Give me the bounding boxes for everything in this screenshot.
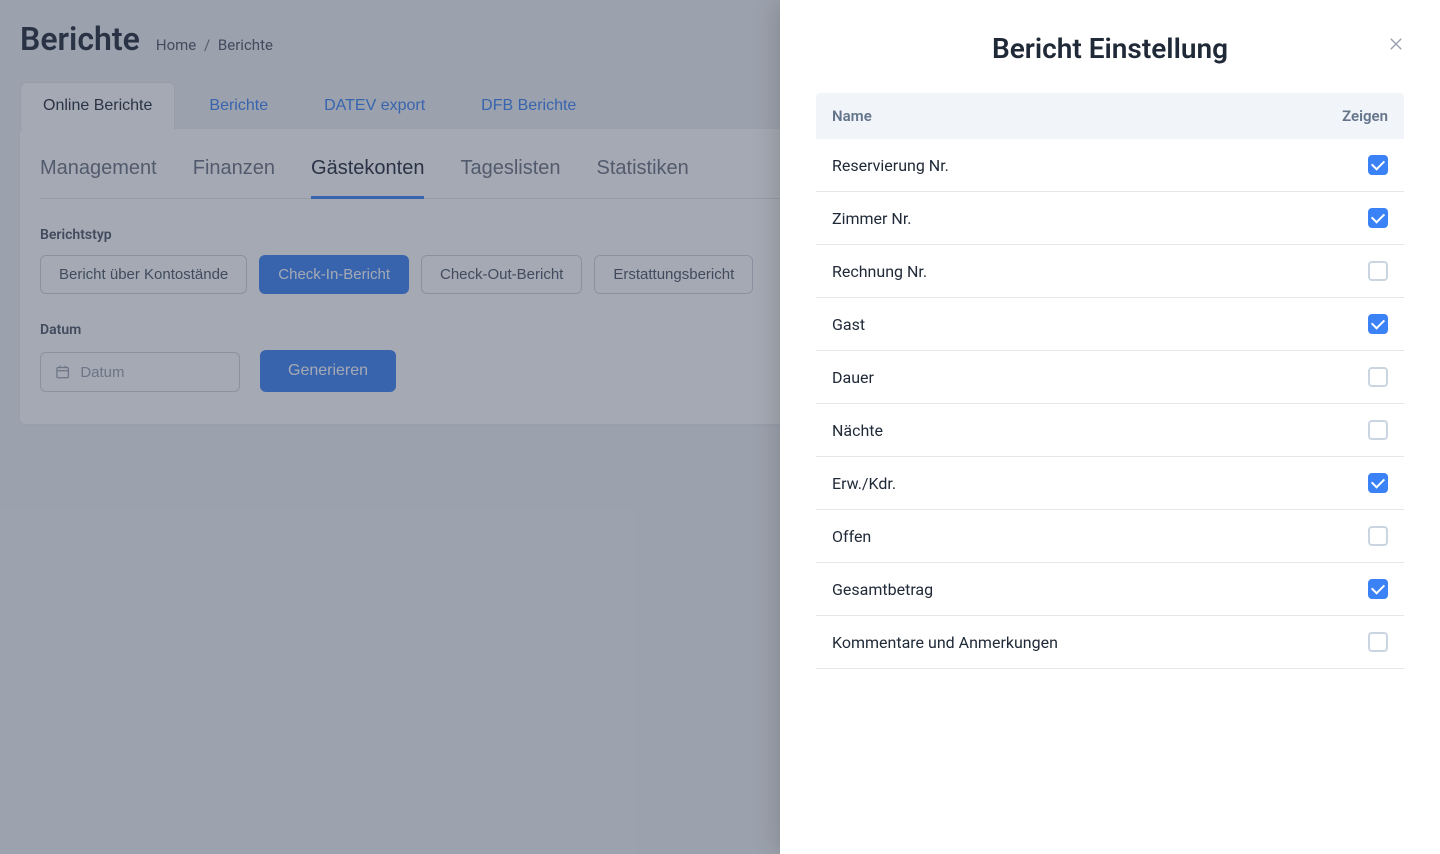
setting-checkbox[interactable] — [1368, 632, 1388, 652]
setting-row-1: Zimmer Nr. — [816, 192, 1404, 245]
setting-checkbox[interactable] — [1368, 367, 1388, 387]
setting-name: Gast — [832, 315, 865, 334]
setting-name: Zimmer Nr. — [832, 209, 912, 228]
setting-name: Erw./Kdr. — [832, 474, 896, 493]
col-name-header: Name — [832, 107, 872, 125]
setting-name: Kommentare und Anmerkungen — [832, 633, 1058, 652]
setting-name: Dauer — [832, 368, 874, 387]
setting-checkbox[interactable] — [1368, 579, 1388, 599]
panel-header: Bericht Einstellung — [816, 32, 1404, 65]
setting-name: Gesamtbetrag — [832, 580, 933, 599]
setting-name: Reservierung Nr. — [832, 156, 949, 175]
setting-row-5: Nächte — [816, 404, 1404, 457]
setting-row-6: Erw./Kdr. — [816, 457, 1404, 510]
setting-name: Offen — [832, 527, 871, 546]
setting-row-0: Reservierung Nr. — [816, 139, 1404, 192]
col-show-header: Zeigen — [1342, 107, 1388, 125]
close-icon — [1387, 35, 1405, 53]
setting-name: Rechnung Nr. — [832, 262, 927, 281]
setting-checkbox[interactable] — [1368, 208, 1388, 228]
settings-table-header: Name Zeigen — [816, 93, 1404, 139]
setting-row-3: Gast — [816, 298, 1404, 351]
setting-checkbox[interactable] — [1368, 155, 1388, 175]
setting-row-7: Offen — [816, 510, 1404, 563]
setting-name: Nächte — [832, 421, 883, 440]
setting-row-2: Rechnung Nr. — [816, 245, 1404, 298]
setting-row-8: Gesamtbetrag — [816, 563, 1404, 616]
setting-checkbox[interactable] — [1368, 473, 1388, 493]
setting-row-4: Dauer — [816, 351, 1404, 404]
panel-title: Bericht Einstellung — [816, 32, 1404, 65]
setting-checkbox[interactable] — [1368, 314, 1388, 334]
settings-rows: Reservierung Nr. Zimmer Nr. Rechnung Nr. Ga… — [816, 139, 1404, 669]
setting-checkbox[interactable] — [1368, 526, 1388, 546]
setting-row-9: Kommentare und Anmerkungen — [816, 616, 1404, 669]
setting-checkbox[interactable] — [1368, 420, 1388, 440]
settings-panel: Bericht Einstellung Name Zeigen Reservie… — [780, 0, 1440, 854]
close-button[interactable] — [1384, 32, 1408, 56]
setting-checkbox[interactable] — [1368, 261, 1388, 281]
